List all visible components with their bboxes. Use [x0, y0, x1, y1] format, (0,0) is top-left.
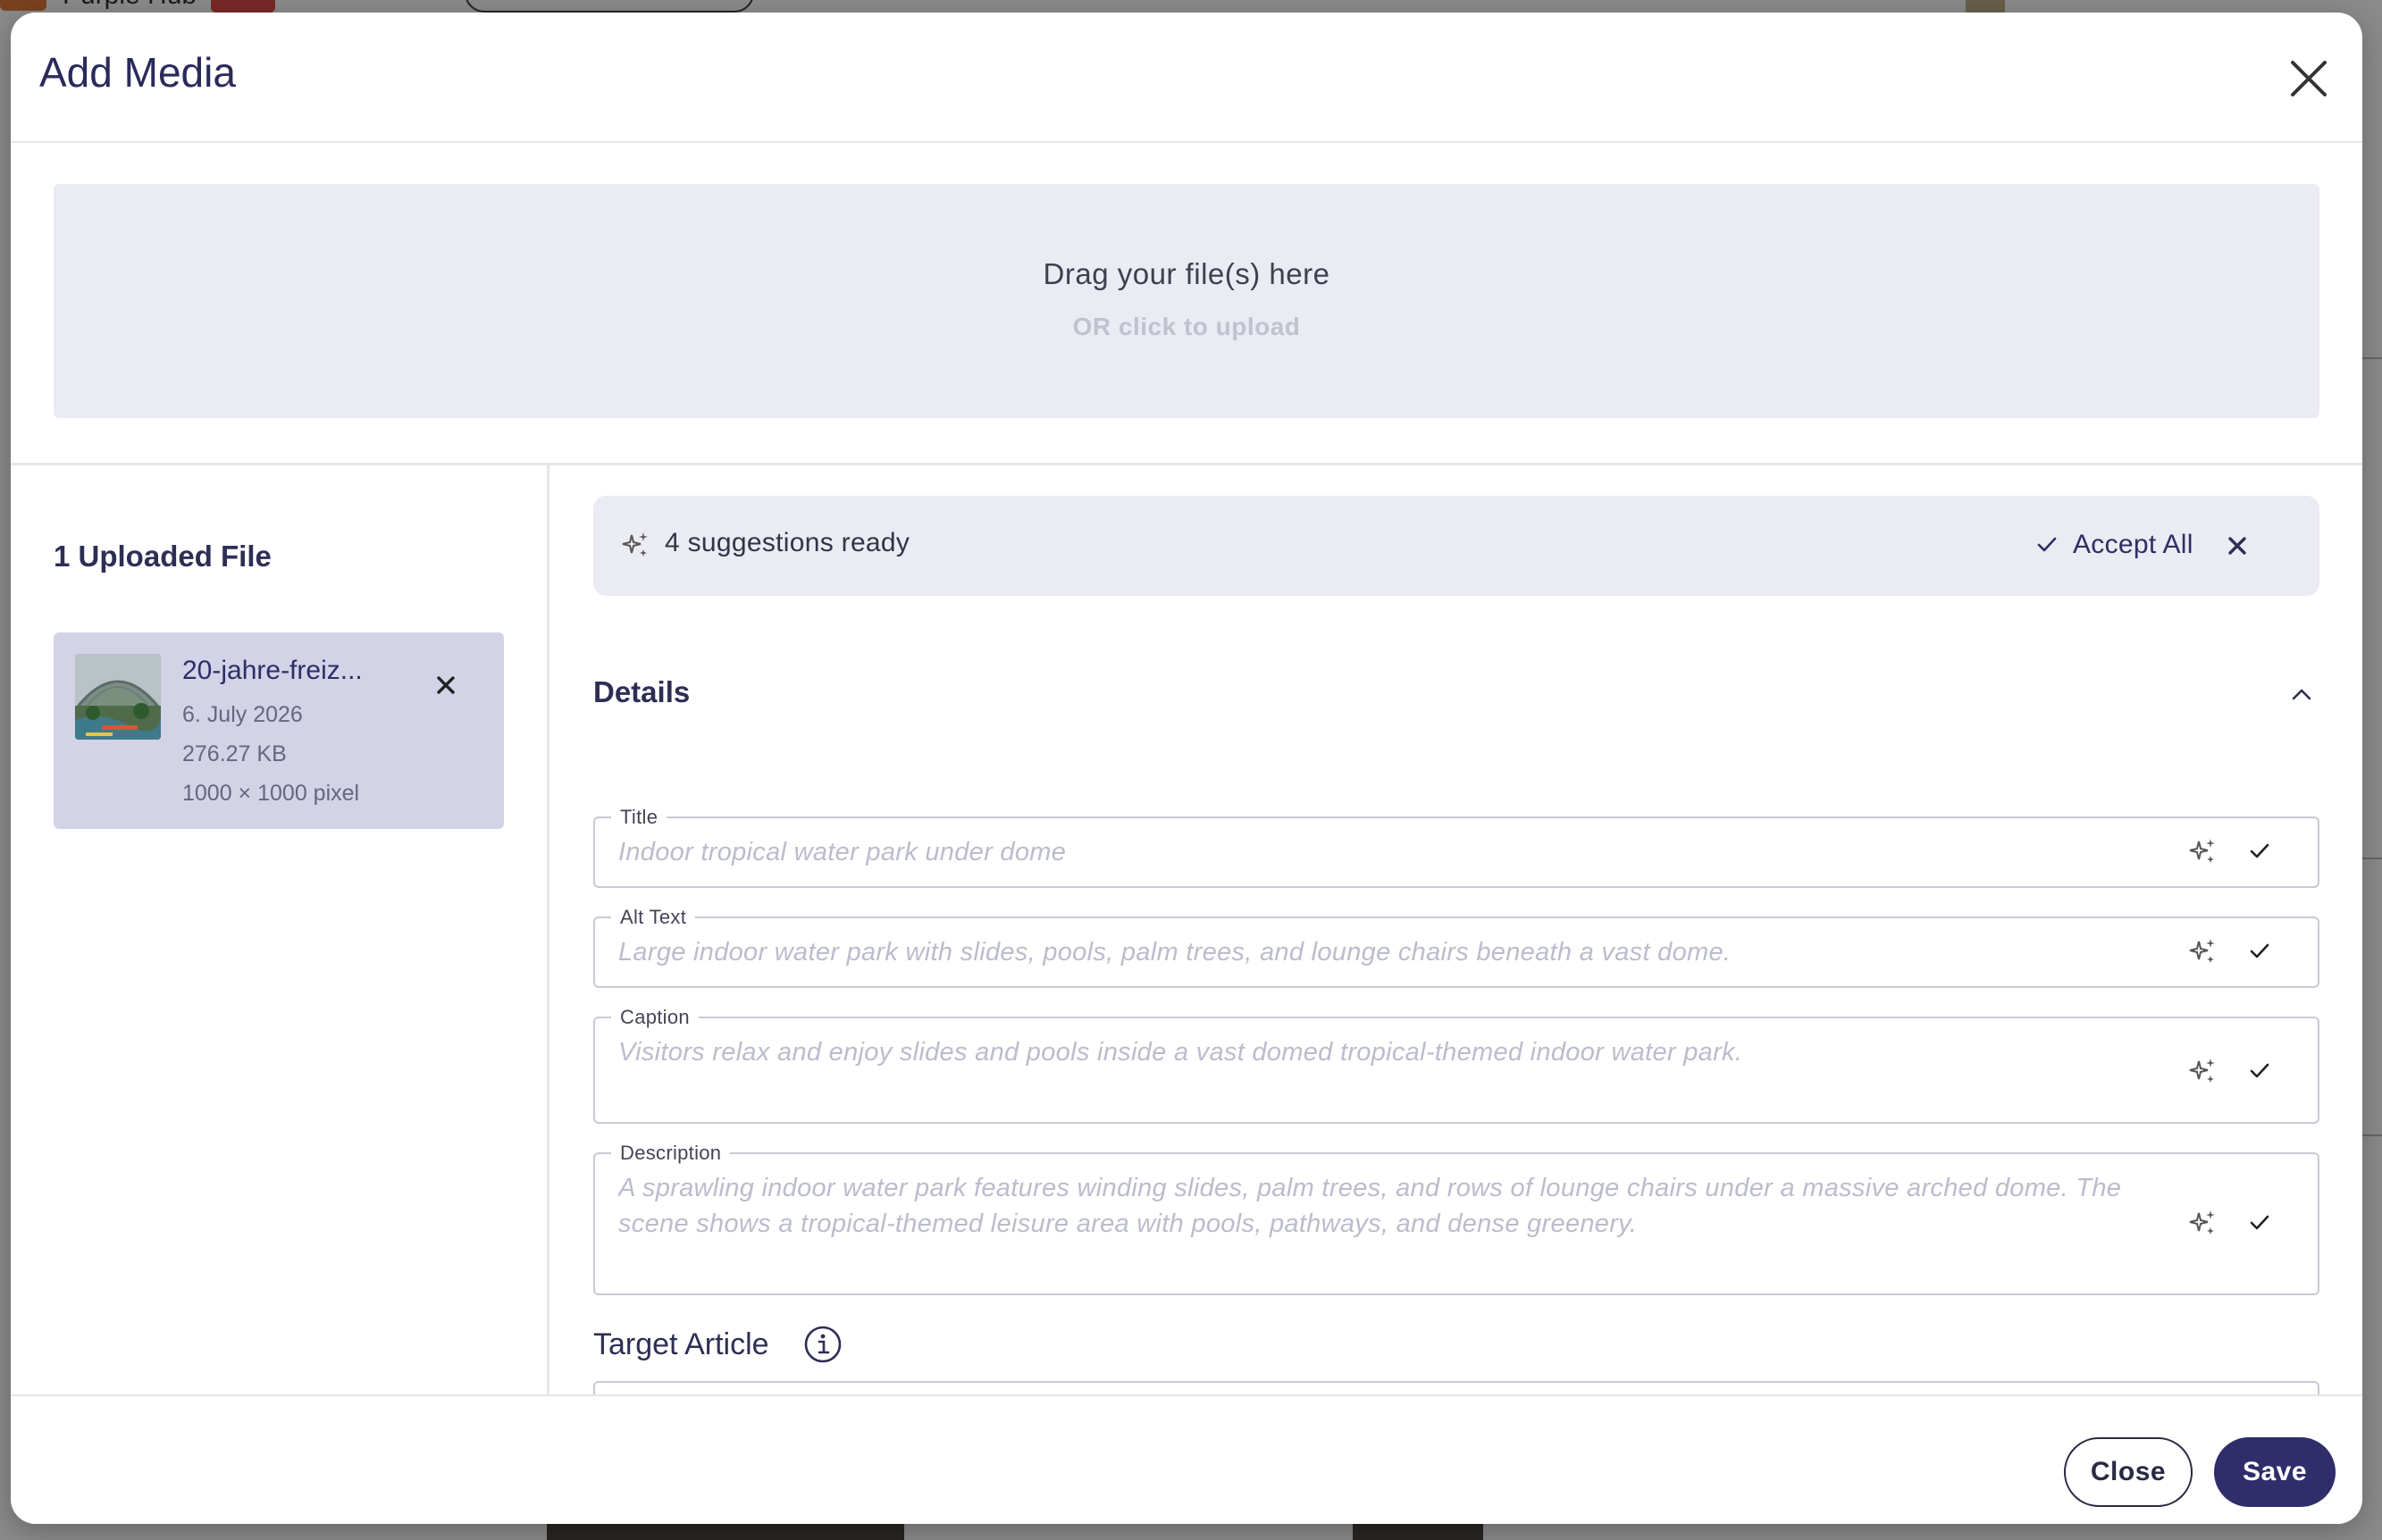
accept-all-label: Accept All: [2073, 530, 2193, 559]
details-heading: Details: [593, 675, 691, 708]
accept-all-button[interactable]: Accept All: [2023, 521, 2206, 569]
file-dimensions: 1000 × 1000 pixel: [182, 781, 360, 806]
modal-footer: Close Save: [11, 1394, 2362, 1524]
suggestions-text: 4 suggestions ready: [665, 528, 910, 557]
accept-check-icon[interactable]: [2246, 938, 2273, 965]
caption-input[interactable]: [618, 1034, 2157, 1106]
accept-check-icon[interactable]: [2246, 1209, 2273, 1236]
uploaded-files-heading: 1 Uploaded File: [54, 540, 272, 573]
ai-suggest-sparkle-icon[interactable]: [2187, 1208, 2218, 1238]
file-date: 6. July 2026: [182, 702, 303, 727]
info-icon[interactable]: [802, 1324, 843, 1365]
add-media-modal: Add Media Drag your file(s) here OR clic…: [11, 13, 2362, 1524]
ai-suggest-sparkle-icon[interactable]: [2187, 1056, 2218, 1086]
remove-file-icon[interactable]: [432, 672, 459, 699]
chevron-up-icon[interactable]: [2287, 681, 2316, 709]
description-field: Description: [593, 1142, 2319, 1295]
section-divider: [11, 463, 2362, 465]
file-name: 20-jahre-freiz...: [182, 656, 363, 685]
dropzone-subtitle: OR click to upload: [1072, 313, 1301, 340]
dismiss-suggestions-icon[interactable]: [2225, 533, 2250, 558]
close-icon[interactable]: [2282, 52, 2336, 105]
save-button[interactable]: Save: [2214, 1437, 2336, 1507]
caption-field: Caption: [593, 1006, 2319, 1124]
title-field: Title: [593, 806, 2319, 888]
target-article-heading: Target Article: [593, 1327, 769, 1361]
description-input[interactable]: [618, 1170, 2157, 1277]
sparkle-icon: [620, 530, 650, 560]
ai-suggest-sparkle-icon[interactable]: [2187, 836, 2218, 866]
dropzone-title: Drag your file(s) here: [1043, 257, 1330, 290]
title-input[interactable]: [618, 834, 2157, 870]
file-size: 276.27 KB: [182, 741, 287, 766]
description-field-label: Description: [611, 1142, 731, 1165]
alt-text-field: Alt Text: [593, 906, 2319, 988]
close-button[interactable]: Close: [2064, 1437, 2193, 1507]
caption-field-label: Caption: [611, 1006, 699, 1029]
modal-header: Add Media: [11, 13, 2362, 143]
column-divider: [547, 465, 549, 1394]
accept-check-icon[interactable]: [2246, 838, 2273, 865]
check-icon: [2037, 537, 2057, 552]
alt-text-input[interactable]: [618, 934, 2157, 970]
upload-dropzone[interactable]: Drag your file(s) here OR click to uploa…: [54, 184, 2319, 418]
uploaded-file-item[interactable]: 20-jahre-freiz... 6. July 2026 276.27 KB…: [54, 632, 504, 829]
file-thumbnail: [75, 654, 161, 740]
modal-title: Add Media: [39, 49, 236, 96]
alt-text-field-label: Alt Text: [611, 906, 696, 929]
accept-check-icon[interactable]: [2246, 1058, 2273, 1084]
ai-suggest-sparkle-icon[interactable]: [2187, 936, 2218, 967]
title-field-label: Title: [611, 806, 667, 829]
suggestions-banner: 4 suggestions ready Accept All: [593, 496, 2319, 596]
